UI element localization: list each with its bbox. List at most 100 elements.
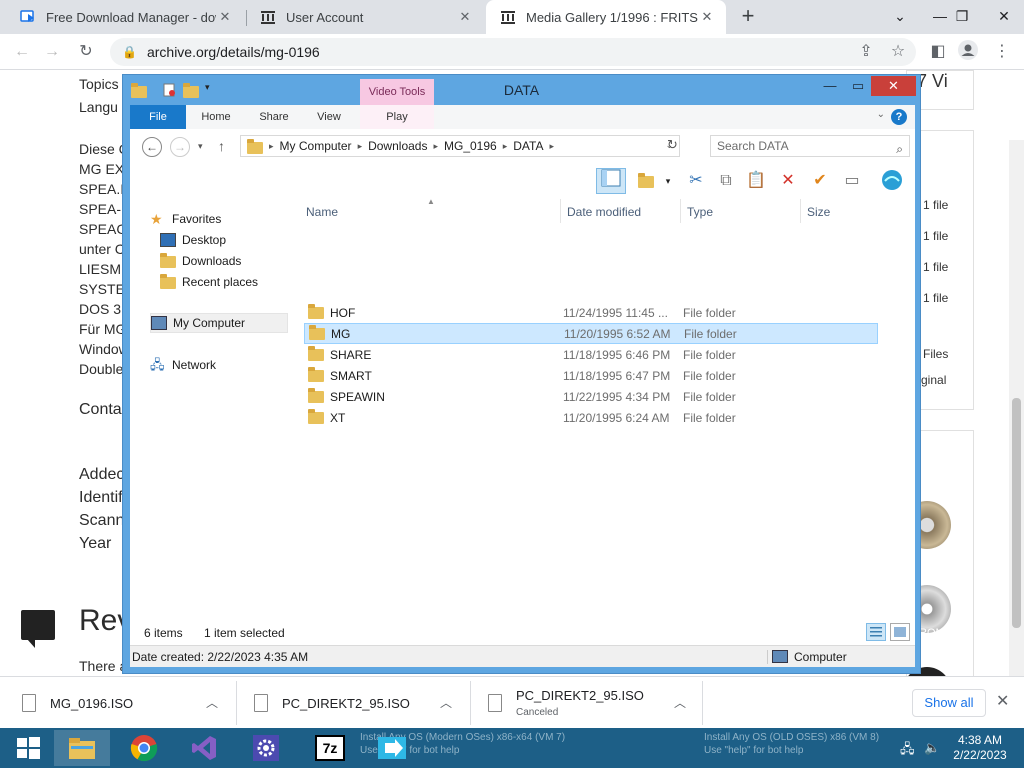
forward-arrow-icon[interactable]: → bbox=[170, 137, 190, 157]
7zip-taskbar-icon[interactable]: 7z bbox=[302, 730, 358, 766]
chevron-up-icon[interactable]: ︿ bbox=[440, 694, 452, 711]
chevron-right-icon[interactable]: ▸ bbox=[267, 141, 276, 152]
globe-shell-icon[interactable] bbox=[880, 169, 904, 193]
tab-free-download-manager[interactable]: Free Download Manager - downl ✕ bbox=[6, 0, 244, 34]
file-count[interactable]: 1 file bbox=[923, 260, 948, 274]
delete-icon[interactable]: ✕ bbox=[776, 169, 800, 193]
tab-media-gallery[interactable]: Media Gallery 1/1996 : FRITSCH ✕ bbox=[486, 0, 726, 34]
profile-avatar-icon[interactable] bbox=[956, 40, 980, 64]
options-dropdown-icon[interactable]: ▾ bbox=[656, 169, 680, 193]
settings-gear-taskbar-icon[interactable] bbox=[238, 730, 294, 766]
close-downloads-bar-icon[interactable]: ✕ bbox=[996, 691, 1009, 711]
original-link[interactable]: ginal bbox=[921, 373, 946, 387]
column-header-name[interactable]: Name bbox=[306, 205, 338, 219]
address-bar[interactable]: 🔒 archive.org/details/mg-0196 bbox=[110, 38, 916, 66]
tab-share[interactable]: Share bbox=[248, 105, 300, 129]
visual-studio-taskbar-icon[interactable] bbox=[176, 730, 232, 766]
file-row[interactable]: HOF 11/24/1995 11:45 ... File folder bbox=[304, 302, 878, 323]
page-scrollbar[interactable] bbox=[1009, 140, 1024, 676]
back-arrow-icon[interactable]: ← bbox=[10, 40, 34, 64]
expand-ribbon-chevron-icon[interactable]: ⌄ bbox=[877, 109, 885, 120]
file-row-selected[interactable]: MG 11/20/1995 6:52 AM File folder bbox=[304, 323, 878, 344]
download-item[interactable]: PC_DIREKT2_95.ISO ︿ bbox=[254, 677, 464, 729]
chrome-taskbar-icon[interactable] bbox=[116, 730, 172, 766]
rename-icon[interactable]: ▭ bbox=[840, 169, 864, 193]
tab-play[interactable]: Play bbox=[360, 105, 434, 129]
start-button[interactable] bbox=[0, 730, 56, 766]
tab-home[interactable]: Home bbox=[190, 105, 242, 129]
chevron-right-icon[interactable]: ▸ bbox=[547, 141, 556, 152]
folder-options-icon[interactable] bbox=[634, 169, 658, 193]
reload-icon[interactable]: ↻ bbox=[74, 40, 98, 64]
file-explorer-taskbar-icon[interactable] bbox=[54, 730, 110, 766]
recent-locations-chevron-icon[interactable]: ▾ bbox=[198, 141, 203, 152]
up-arrow-icon[interactable]: ↑ bbox=[218, 138, 225, 154]
tab-close-icon[interactable]: ✕ bbox=[456, 9, 474, 25]
breadcrumb-item[interactable]: My Computer bbox=[276, 139, 356, 153]
download-item-canceled[interactable]: PC_DIREKT2_95.ISO Canceled ︿ bbox=[488, 677, 698, 729]
check-icon[interactable]: ✔ bbox=[808, 169, 832, 193]
chevron-right-icon[interactable]: ▸ bbox=[356, 141, 365, 152]
file-row[interactable]: SMART 11/18/1995 6:47 PM File folder bbox=[304, 365, 878, 386]
nav-my-computer[interactable]: My Computer bbox=[150, 313, 288, 333]
nav-favorites[interactable]: ★ Favorites bbox=[150, 209, 221, 229]
menu-kebab-icon[interactable]: ⋮ bbox=[990, 40, 1014, 64]
network-icon[interactable]: 🖧 bbox=[900, 740, 915, 762]
address-breadcrumb[interactable]: ▸ My Computer ▸ Downloads ▸ MG_0196 ▸ DA… bbox=[240, 135, 680, 157]
tab-user-account[interactable]: User Account ✕ bbox=[246, 0, 484, 34]
bookmark-star-icon[interactable]: ☆ bbox=[886, 40, 910, 64]
close-button[interactable]: ✕ bbox=[871, 76, 916, 96]
paste-icon[interactable]: 📋 bbox=[744, 169, 768, 193]
column-header-size[interactable]: Size bbox=[807, 205, 830, 219]
file-row[interactable]: SHARE 11/18/1995 6:46 PM File folder bbox=[304, 344, 878, 365]
tab-view[interactable]: View bbox=[304, 105, 354, 129]
copy-icon[interactable]: ⧉ bbox=[714, 169, 738, 193]
new-tab-button[interactable]: + bbox=[736, 4, 760, 30]
nav-network[interactable]: 🖧 Network bbox=[150, 355, 216, 375]
file-count[interactable]: 1 file bbox=[923, 291, 948, 305]
side-panel-icon[interactable]: ◧ bbox=[926, 40, 950, 64]
breadcrumb-item[interactable]: DATA bbox=[509, 139, 547, 153]
nav-recent-places[interactable]: Recent places bbox=[160, 272, 258, 292]
nav-downloads[interactable]: Downloads bbox=[160, 251, 241, 271]
tab-file[interactable]: File bbox=[130, 105, 186, 129]
show-all-button[interactable]: Show all bbox=[912, 689, 986, 717]
column-divider[interactable] bbox=[680, 199, 681, 223]
explorer-title-bar[interactable]: ▾ Video Tools DATA — ▭ ✕ bbox=[123, 75, 920, 105]
all-files-link[interactable]: Files bbox=[923, 347, 948, 361]
search-input[interactable]: Search DATA ⌕ bbox=[710, 135, 910, 157]
chevron-up-icon[interactable]: ︿ bbox=[206, 694, 218, 711]
maximize-button[interactable]: ▭ bbox=[845, 76, 871, 96]
help-icon[interactable]: ? bbox=[891, 109, 907, 125]
share-icon[interactable]: ⇪ bbox=[854, 40, 878, 64]
breadcrumb-item[interactable]: MG_0196 bbox=[440, 139, 501, 153]
tab-close-icon[interactable]: ✕ bbox=[216, 9, 234, 25]
cut-icon[interactable]: ✂ bbox=[684, 169, 708, 193]
details-view-icon[interactable] bbox=[866, 623, 886, 641]
preview-pane-icon[interactable] bbox=[596, 168, 626, 194]
minimize-button[interactable]: — bbox=[817, 76, 843, 96]
column-divider[interactable] bbox=[800, 199, 801, 223]
scrollbar-thumb[interactable] bbox=[1012, 398, 1021, 628]
restore-button[interactable]: ❐ bbox=[942, 0, 982, 34]
forward-arrow-icon[interactable]: → bbox=[40, 40, 64, 64]
large-icons-view-icon[interactable] bbox=[890, 623, 910, 641]
chevron-right-icon[interactable]: ▸ bbox=[501, 141, 510, 152]
download-item[interactable]: MG_0196.ISO ︿ bbox=[22, 677, 232, 729]
file-count[interactable]: 1 file bbox=[923, 229, 948, 243]
refresh-icon[interactable]: ↻ bbox=[667, 137, 678, 153]
chevron-right-icon[interactable]: ▸ bbox=[431, 141, 440, 152]
close-window-button[interactable]: ✕ bbox=[984, 0, 1024, 34]
clock[interactable]: 4:38 AM 2/22/2023 bbox=[944, 733, 1016, 763]
chevron-up-icon[interactable]: ︿ bbox=[674, 694, 686, 711]
breadcrumb-item[interactable]: Downloads bbox=[364, 139, 431, 153]
remote-desktop-taskbar-icon[interactable] bbox=[364, 730, 420, 766]
nav-desktop[interactable]: Desktop bbox=[160, 230, 226, 250]
column-header-type[interactable]: Type bbox=[687, 205, 713, 219]
file-count[interactable]: 1 file bbox=[923, 198, 948, 212]
tab-close-icon[interactable]: ✕ bbox=[698, 9, 716, 25]
file-row[interactable]: XT 11/20/1995 6:24 AM File folder bbox=[304, 407, 878, 428]
tab-search-chevron-icon[interactable]: ⌄ bbox=[880, 0, 920, 34]
file-row[interactable]: SPEAWIN 11/22/1995 4:34 PM File folder bbox=[304, 386, 878, 407]
volume-icon[interactable]: 🔈 bbox=[924, 740, 940, 756]
